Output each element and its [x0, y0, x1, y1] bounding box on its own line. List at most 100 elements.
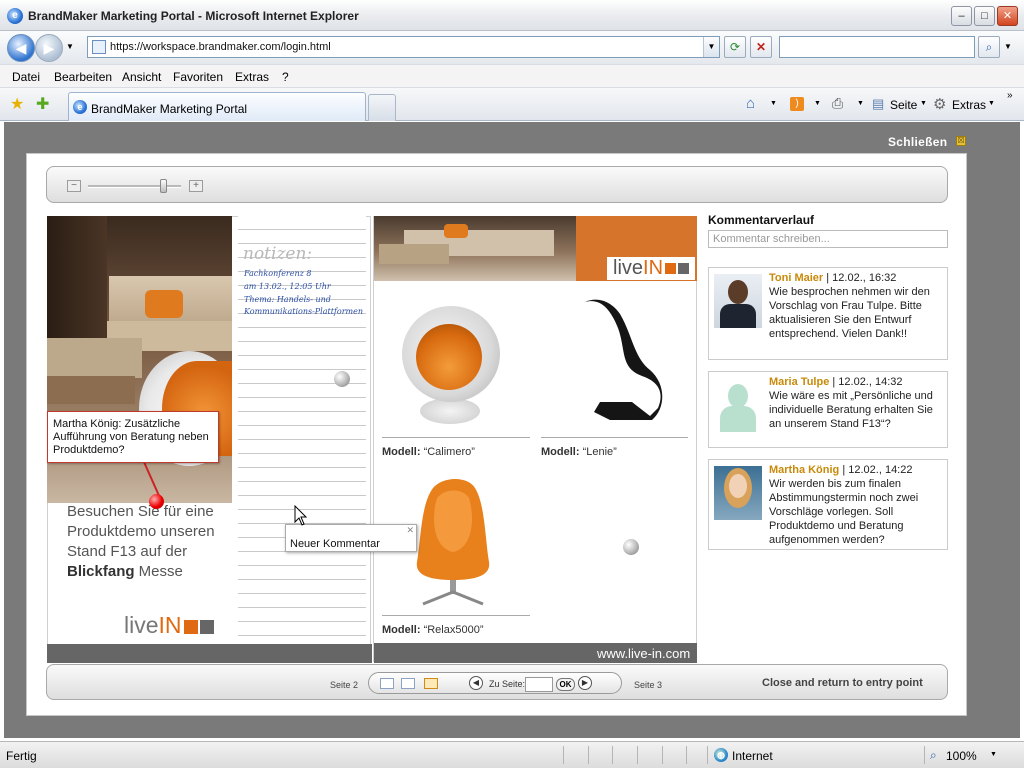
menu-help[interactable]: ? [282, 70, 289, 84]
comment-card-toni[interactable]: Toni Maier | 12.02., 16:32 Wie besprochen… [708, 267, 948, 360]
search-icon: ⌕ [985, 40, 993, 54]
comment-meta-1: | 12.02., 16:32 [823, 272, 897, 284]
zoom-slider-handle[interactable] [160, 179, 168, 193]
logo3-live-text: live [613, 257, 644, 279]
popup-close-icon[interactable]: ✕ [406, 525, 414, 536]
menu-datei[interactable]: Datei [12, 70, 40, 84]
new-tab-button[interactable] [368, 94, 396, 121]
refresh-icon: ⟳ [729, 40, 741, 54]
favorites-star-icon[interactable]: ★ [10, 94, 24, 114]
comment-marker-ball-2[interactable] [623, 539, 639, 555]
goto-page-input[interactable] [525, 677, 553, 692]
tab-favicon-icon: e [73, 100, 87, 114]
prev-page-label[interactable]: Seite 2 [330, 680, 358, 690]
back-button[interactable]: ◀ [7, 34, 35, 62]
zoom-level-text[interactable]: 100% [946, 749, 977, 763]
notes-title: notizen: [243, 244, 313, 264]
forward-button[interactable]: ▶ [35, 34, 63, 62]
maximize-button[interactable]: □ [974, 6, 995, 26]
logo-in-text: IN [158, 612, 182, 638]
single-page-view-icon[interactable] [380, 678, 394, 689]
menu-favoriten[interactable]: Favoriten [173, 70, 223, 84]
product-caption-lenie: Modell: “Lenie” [541, 446, 617, 458]
livein-logo-left: liveIN [124, 612, 214, 639]
caption-label-2: Modell: [541, 446, 580, 458]
slogan-bold: Blickfang [67, 563, 135, 580]
goto-ok-button[interactable]: OK [556, 678, 575, 691]
search-button[interactable]: ⌕ [978, 36, 1000, 58]
comment-text-3: Wir werden bis zum finalen Abstimmungste… [769, 478, 919, 546]
caption-label-1: Modell: [382, 446, 421, 458]
new-comment-label[interactable]: Neuer Kommentar [290, 538, 380, 550]
address-input[interactable]: https://workspace.brandmaker.com/login.h… [87, 36, 720, 58]
address-dropdown-icon[interactable]: ▼ [703, 37, 719, 57]
prev-page-button[interactable]: ◀ [469, 676, 483, 690]
zoom-out-button[interactable]: − [67, 180, 81, 192]
tab-brandmaker[interactable]: e BrandMaker Marketing Portal [68, 92, 366, 121]
home-icon[interactable]: ⌂ [746, 95, 755, 112]
product-divider-2 [541, 437, 688, 438]
sticky-comment-text: Martha König: Zusätzliche Aufführung von… [53, 418, 209, 456]
gear-icon: ⚙ [933, 96, 947, 113]
slogan-line-3: Stand F13 auf der [67, 543, 188, 560]
url-text: https://workspace.brandmaker.com/login.h… [110, 41, 331, 53]
page-icon [92, 40, 106, 54]
page-dropdown-icon[interactable]: ▼ [920, 100, 927, 107]
menu-bearbeiten[interactable]: Bearbeiten [54, 70, 112, 84]
new-comment-popup[interactable]: ✕ Neuer Kommentar [285, 524, 417, 552]
search-input[interactable] [779, 36, 975, 58]
comment-card-maria[interactable]: Maria Tulpe | 12.02., 14:32 Wie wäre es m… [708, 371, 948, 448]
menu-extras[interactable]: Extras [235, 70, 269, 84]
next-page-button[interactable]: ▶ [578, 676, 592, 690]
close-return-link[interactable]: Close and return to entry point [762, 677, 923, 689]
refresh-button[interactable]: ⟳ [724, 36, 746, 58]
print-icon[interactable]: ⎙ [832, 95, 843, 112]
search-options-icon[interactable]: ▼ [1004, 42, 1012, 51]
stop-button[interactable]: ✕ [750, 36, 772, 58]
security-zone-text: Internet [732, 749, 773, 763]
feed-dropdown-icon[interactable]: ▼ [814, 100, 821, 107]
double-page-view-icon[interactable] [401, 678, 415, 689]
page-menu-button[interactable]: Seite [890, 98, 917, 112]
avatar-martha [714, 466, 762, 520]
minimize-button[interactable]: – [951, 6, 972, 26]
website-url-text: www.live-in.com [597, 646, 691, 661]
close-viewer-icon[interactable]: ☒ [956, 136, 966, 146]
chevron-more-icon[interactable]: » [1007, 90, 1013, 101]
menu-ansicht[interactable]: Ansicht [122, 70, 161, 84]
zoom-slider[interactable] [88, 185, 181, 188]
page-2-footer-band [47, 644, 372, 663]
extras-menu-button[interactable]: Extras [952, 98, 986, 112]
zoom-in-button[interactable]: + [189, 180, 203, 192]
globe-icon: ◍ [714, 748, 728, 762]
comment-marker-ball[interactable] [334, 371, 350, 387]
calimero-chair-image [402, 306, 500, 402]
rss-feed-icon[interactable]: ) [790, 97, 804, 111]
zoom-magnifier-icon: ⌕ [930, 748, 937, 762]
next-page-label[interactable]: Seite 3 [634, 680, 662, 690]
close-viewer-link[interactable]: Schließen [888, 135, 947, 149]
comment-meta-2: | 12.02., 14:32 [829, 376, 903, 388]
history-dropdown-icon[interactable]: ▼ [66, 42, 74, 51]
ie-logo-icon: e [7, 8, 23, 24]
avatar-maria-placeholder [714, 378, 762, 432]
comment-input[interactable]: Kommentar schreiben... [708, 230, 948, 248]
zoom-dropdown-icon[interactable]: ▼ [990, 751, 997, 758]
close-window-button[interactable]: ✕ [997, 6, 1018, 26]
overview-view-icon[interactable] [424, 678, 438, 689]
forward-arrow-icon: ▶ [43, 40, 55, 56]
product-caption-calimero: Modell: “Calimero” [382, 446, 475, 458]
extras-dropdown-icon[interactable]: ▼ [988, 100, 995, 107]
home-dropdown-icon[interactable]: ▼ [770, 100, 777, 107]
menu-bar: Datei Bearbeiten Ansicht Favoriten Extra… [0, 64, 1024, 88]
note-line-2: am 13.02., 12:05 Uhr [244, 282, 331, 291]
note-line-1: Fachkonferenz 8 [244, 269, 312, 278]
print-dropdown-icon[interactable]: ▼ [857, 100, 864, 107]
comment-input-placeholder: Kommentar schreiben... [713, 233, 830, 245]
product-caption-relax5000: Modell: “Relax5000” [382, 624, 483, 636]
comment-author-1: Toni Maier [769, 272, 824, 284]
add-favorite-icon[interactable]: ✚ [36, 94, 49, 114]
comment-pin-marker[interactable] [149, 494, 164, 509]
comment-card-martha[interactable]: Martha König | 12.02., 14:22 Wir werden b… [708, 459, 948, 550]
sticky-comment-bubble[interactable]: Martha König: Zusätzliche Aufführung von… [47, 411, 219, 463]
